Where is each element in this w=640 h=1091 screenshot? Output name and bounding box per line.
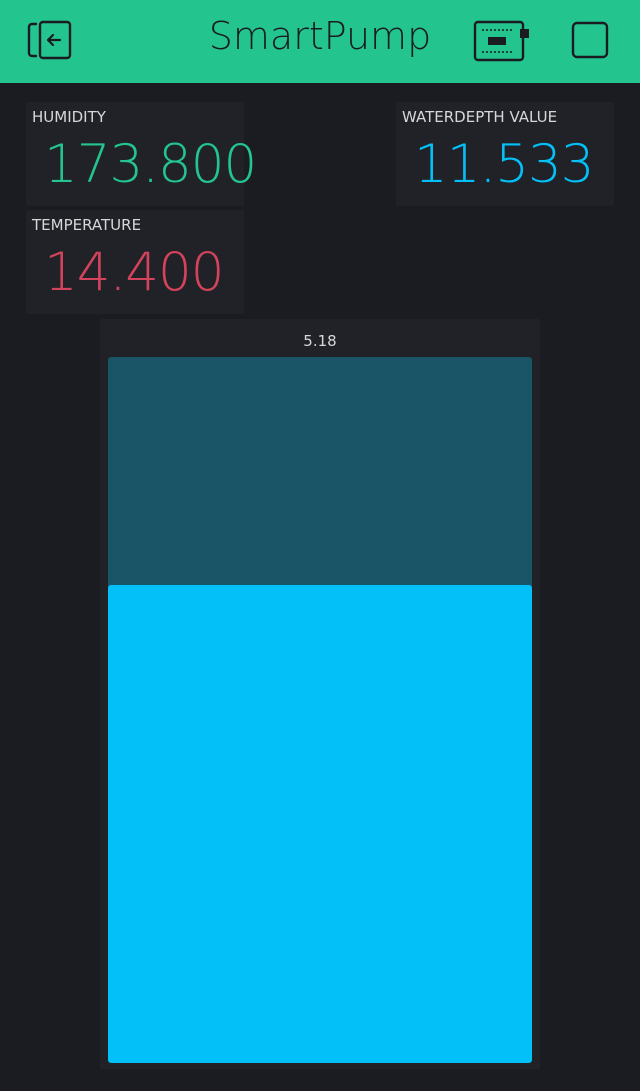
waterdepth-value: 11.533: [414, 134, 594, 195]
temperature-value: 14.400: [44, 242, 224, 303]
humidity-widget[interactable]: HUMIDITY 173.800: [26, 102, 257, 206]
app-screen: SmartPump HUMIDITY 173.800 TEMPERATURE 1…: [0, 0, 640, 1091]
level-widget[interactable]: 5.18: [100, 319, 540, 1069]
temperature-label: TEMPERATURE: [32, 216, 142, 234]
waterdepth-label: WATERDEPTH VALUE: [402, 108, 558, 126]
header-bar: SmartPump: [0, 0, 640, 83]
waterdepth-widget[interactable]: WATERDEPTH VALUE 11.533: [396, 102, 614, 206]
level-fill: [108, 585, 532, 1063]
app-title: SmartPump: [208, 14, 432, 58]
stop-button[interactable]: [566, 18, 614, 66]
humidity-value: 173.800: [44, 134, 257, 195]
device-button[interactable]: [472, 18, 530, 66]
level-track: [108, 357, 532, 1063]
square-icon: [568, 18, 612, 66]
level-value-label: 5.18: [303, 332, 337, 350]
temperature-widget[interactable]: TEMPERATURE 14.400: [26, 210, 244, 314]
humidity-label: HUMIDITY: [32, 108, 106, 126]
device-board-icon: [472, 18, 530, 66]
